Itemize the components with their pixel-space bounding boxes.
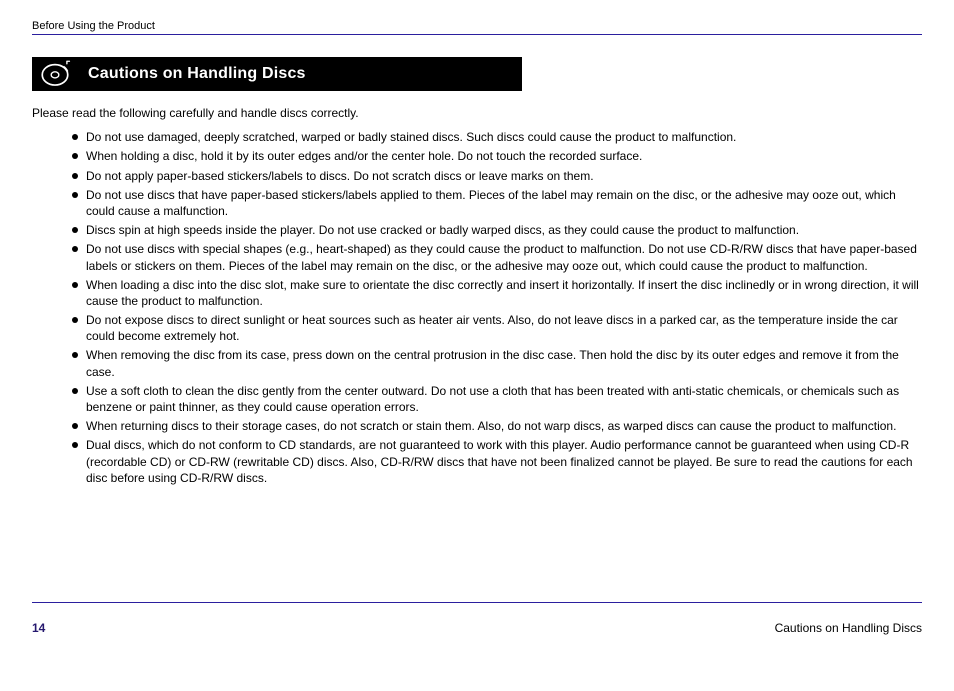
list-item: Discs spin at high speeds inside the pla… (72, 222, 922, 238)
list-item: When loading a disc into the disc slot, … (72, 277, 922, 309)
disc-icon (32, 57, 78, 91)
section-title: Cautions on Handling Discs (78, 57, 522, 91)
list-item: Do not apply paper-based stickers/labels… (72, 168, 922, 184)
running-head: Before Using the Product (32, 20, 922, 32)
top-divider (32, 34, 922, 35)
section-banner: Cautions on Handling Discs (32, 57, 522, 91)
footer-title: Cautions on Handling Discs (775, 621, 922, 635)
intro-text: Please read the following carefully and … (32, 105, 922, 121)
list-item: Do not use discs with special shapes (e.… (72, 241, 922, 273)
list-item: Dual discs, which do not conform to CD s… (72, 437, 922, 486)
list-item: When returning discs to their storage ca… (72, 418, 922, 434)
list-item: Do not expose discs to direct sunlight o… (72, 312, 922, 344)
list-item: When removing the disc from its case, pr… (72, 347, 922, 379)
list-item: Do not use discs that have paper-based s… (72, 187, 922, 219)
bottom-divider (32, 602, 922, 603)
footer-row: 14 Cautions on Handling Discs (32, 621, 922, 635)
cautions-list: Do not use damaged, deeply scratched, wa… (72, 129, 922, 486)
list-item: When holding a disc, hold it by its oute… (72, 148, 922, 164)
list-item: Do not use damaged, deeply scratched, wa… (72, 129, 922, 145)
page-number: 14 (32, 621, 45, 635)
list-item: Use a soft cloth to clean the disc gentl… (72, 383, 922, 415)
